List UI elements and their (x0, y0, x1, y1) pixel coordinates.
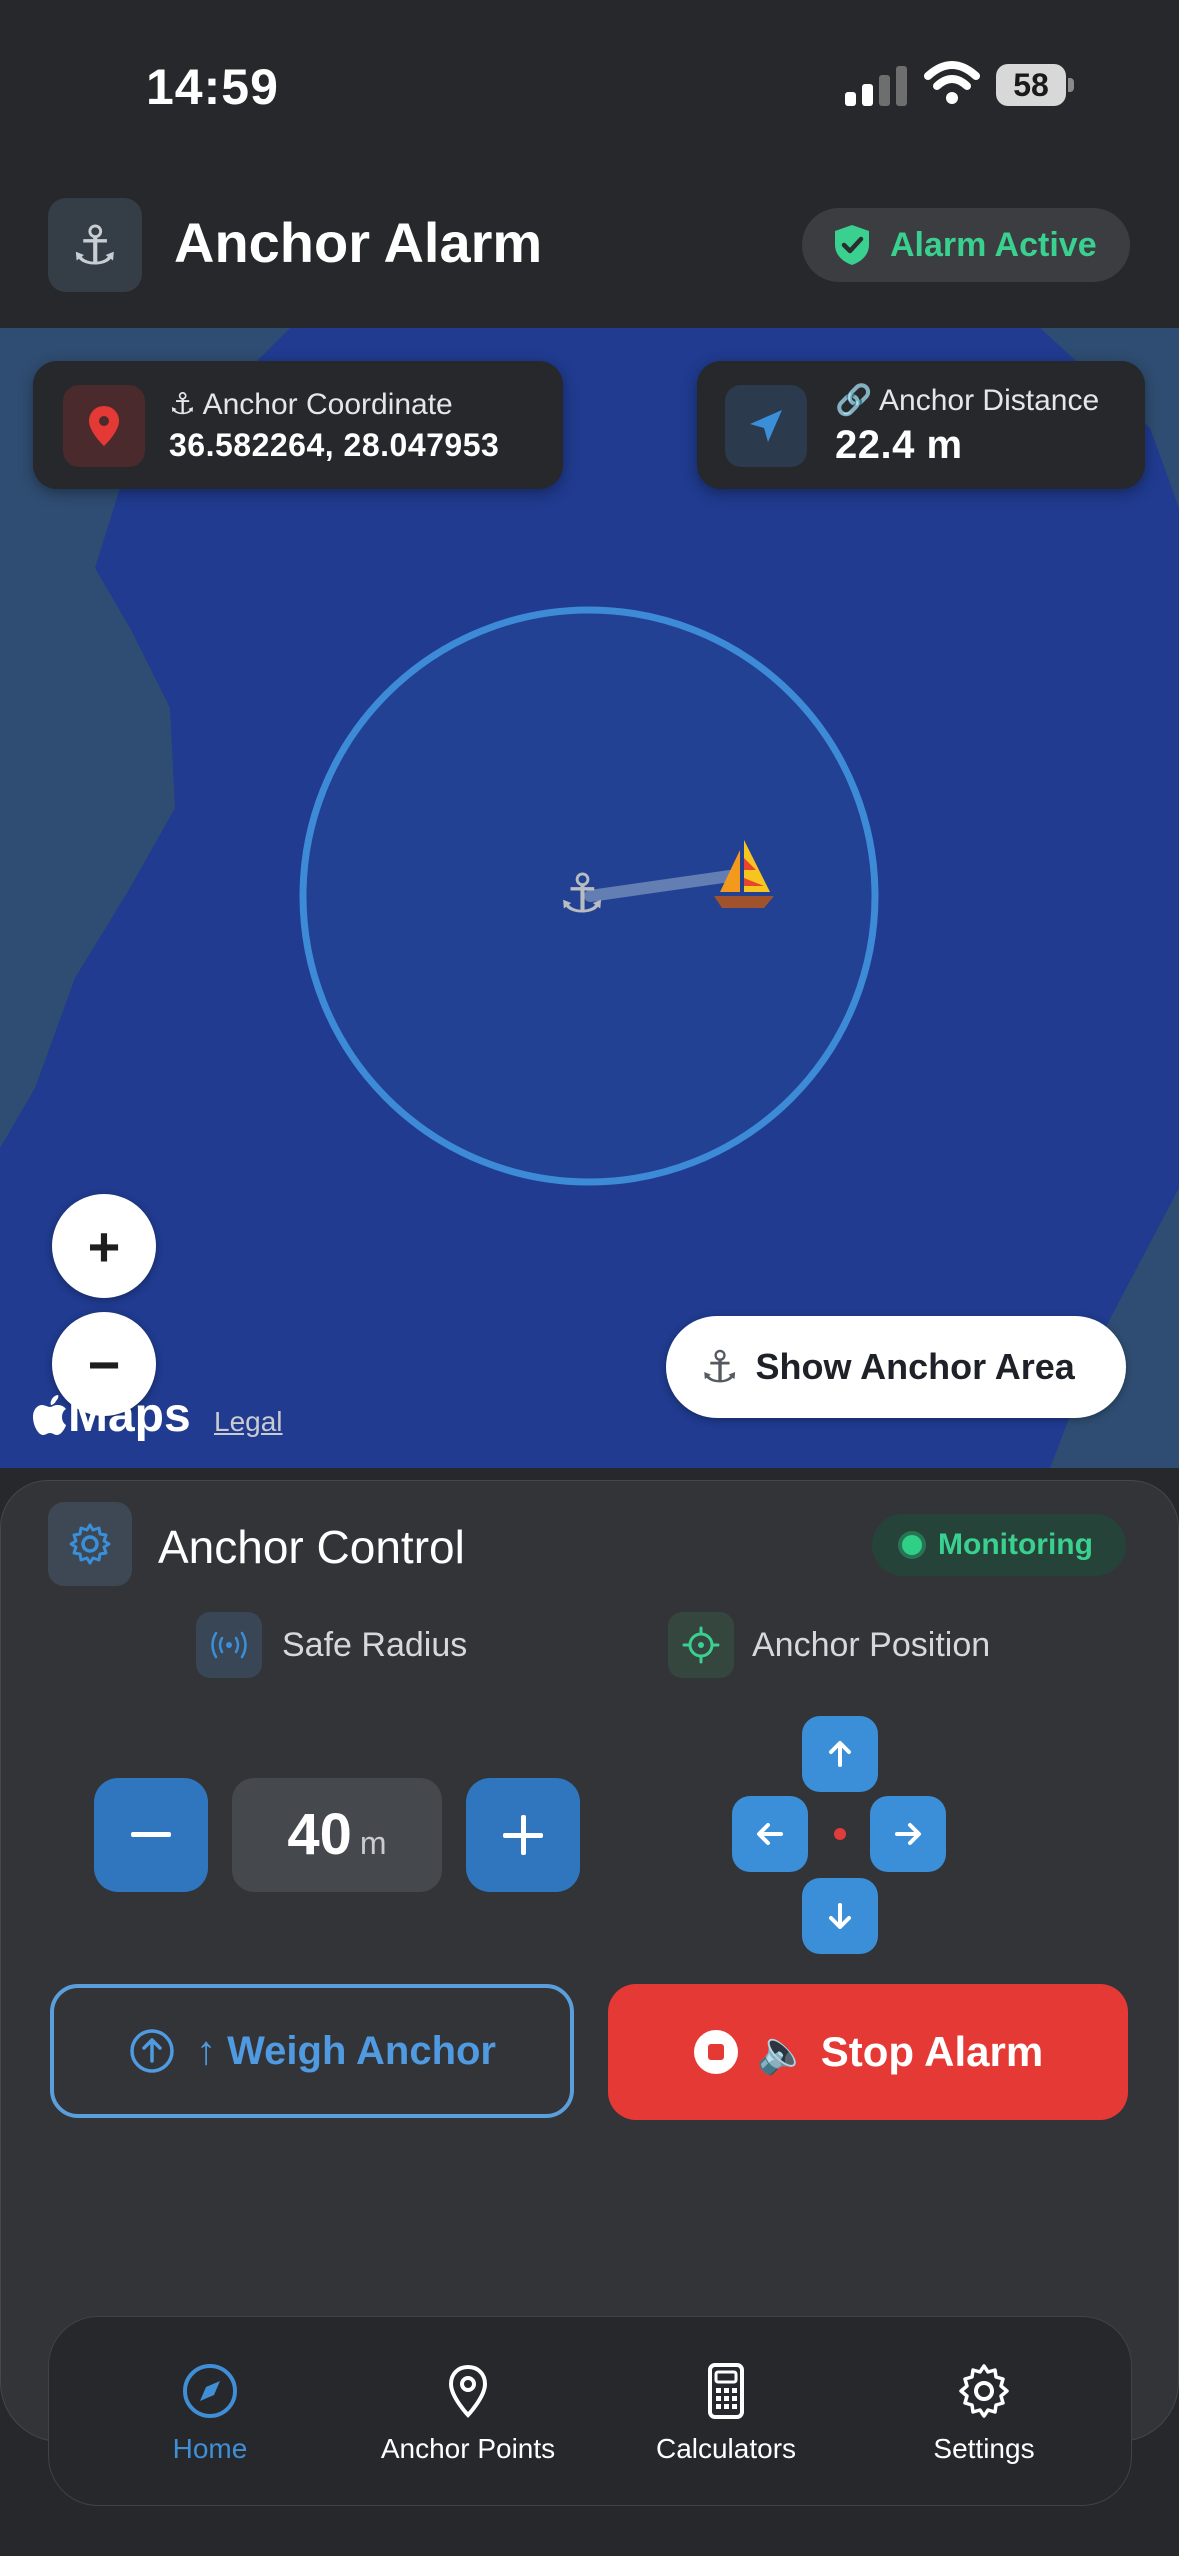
tab-anchor-points-label: Anchor Points (380, 2433, 556, 2464)
apple-logo-icon (33, 1394, 66, 1435)
tab-settings-label: Settings (933, 2433, 1035, 2464)
alarm-status-text: Alarm Active (890, 225, 1097, 264)
arrow-left-icon (757, 1823, 783, 1845)
boat-marker-icon (714, 840, 774, 908)
battery-level: 58 (1013, 67, 1049, 103)
maps-brand-text: Maps (68, 1389, 191, 1442)
move-anchor-down-button[interactable] (802, 1878, 878, 1954)
move-anchor-left-button[interactable] (732, 1796, 808, 1872)
zoom-in-button[interactable]: + (52, 1194, 156, 1298)
increase-radius-button[interactable] (466, 1778, 580, 1892)
distance-value: 22.4 m (835, 423, 963, 467)
chain-link-icon: 🔗 (835, 384, 873, 417)
plus-icon (503, 1815, 543, 1855)
show-area-label: Show Anchor Area (755, 1346, 1075, 1387)
gear-icon (48, 1502, 132, 1586)
monitoring-status-badge: Monitoring (872, 1514, 1126, 1576)
anchor-marker-icon: ⚓ (558, 864, 607, 924)
control-title: Anchor Control (158, 1521, 465, 1573)
crosshair-icon (668, 1612, 734, 1678)
map-pin-icon (448, 2364, 488, 2418)
gear-icon (959, 2364, 1009, 2418)
monitoring-text: Monitoring (938, 1528, 1093, 1561)
apple-maps-logo: Maps (32, 1388, 191, 1443)
tab-home-label: Home (172, 2433, 248, 2464)
distance-label: Anchor Distance (879, 384, 1100, 417)
stop-circle-icon (693, 2030, 738, 2074)
stop-alarm-label: 🔈 Stop Alarm (756, 2027, 1044, 2075)
anchor-button-icon: ⚓ (700, 1342, 740, 1392)
anchor-small-icon: ⚓ (169, 388, 196, 421)
tab-calculators-label: Calculators (655, 2433, 797, 2464)
radius-value-display: 40 m (232, 1778, 442, 1892)
tab-bar: Home Anchor Points Calculators Settings (48, 2316, 1132, 2506)
arrow-down-icon (829, 1903, 851, 1929)
minus-icon (131, 1832, 171, 1837)
coordinate-value: 36.582264, 28.047953 (169, 427, 500, 463)
status-time: 14:59 (146, 59, 279, 115)
tab-anchor-points[interactable]: Anchor Points (339, 2317, 597, 2505)
weigh-anchor-button[interactable]: ↑ Weigh Anchor (50, 1984, 574, 2118)
radio-waves-icon (196, 1612, 262, 1678)
page-title: Anchor Alarm (174, 211, 543, 274)
arrow-up-icon (829, 1741, 851, 1767)
map-view[interactable]: ⚓ ⚓ Anchor Coordinate 36.582264, 28.0479… (0, 328, 1179, 1468)
tab-home[interactable]: Home (81, 2317, 339, 2505)
show-anchor-area-button[interactable]: ⚓ Show Anchor Area (666, 1316, 1126, 1418)
cellular-signal-icon (845, 66, 907, 106)
navigation-arrow-icon (725, 385, 807, 467)
arrow-right-icon (895, 1823, 921, 1845)
decrease-radius-button[interactable] (94, 1778, 208, 1892)
shield-check-icon (835, 225, 869, 265)
location-pin-icon (63, 385, 145, 467)
app-anchor-icon: ⚓ (48, 198, 142, 292)
battery-indicator: 58 (996, 64, 1074, 106)
anchor-distance-card: 🔗 Anchor Distance 22.4 m (697, 361, 1145, 489)
move-anchor-right-button[interactable] (870, 1796, 946, 1872)
coordinate-label: Anchor Coordinate (202, 388, 453, 421)
weigh-anchor-label: ↑ Weigh Anchor (196, 2028, 496, 2073)
status-dot-icon (902, 1535, 922, 1555)
anchor-center-dot (834, 1828, 846, 1840)
wifi-icon (924, 61, 980, 104)
alarm-status-badge: Alarm Active (802, 208, 1130, 282)
circle-arrow-up-icon (130, 2029, 174, 2073)
move-anchor-up-button[interactable] (802, 1716, 878, 1792)
anchor-coordinate-card: ⚓ Anchor Coordinate 36.582264, 28.047953 (33, 361, 563, 489)
radius-unit: m (359, 1825, 387, 1861)
radius-value: 40 (287, 1802, 352, 1867)
legal-link[interactable]: Legal (214, 1406, 283, 1438)
calculator-icon (708, 2363, 744, 2419)
safe-radius-label: Safe Radius (282, 1626, 468, 1664)
anchor-position-label: Anchor Position (752, 1626, 991, 1664)
stop-alarm-button[interactable]: 🔈 Stop Alarm (608, 1984, 1128, 2120)
compass-icon (183, 2364, 237, 2418)
tab-settings[interactable]: Settings (855, 2317, 1113, 2505)
anchor-control-panel (0, 1480, 1179, 2442)
tab-calculators[interactable]: Calculators (597, 2317, 855, 2505)
